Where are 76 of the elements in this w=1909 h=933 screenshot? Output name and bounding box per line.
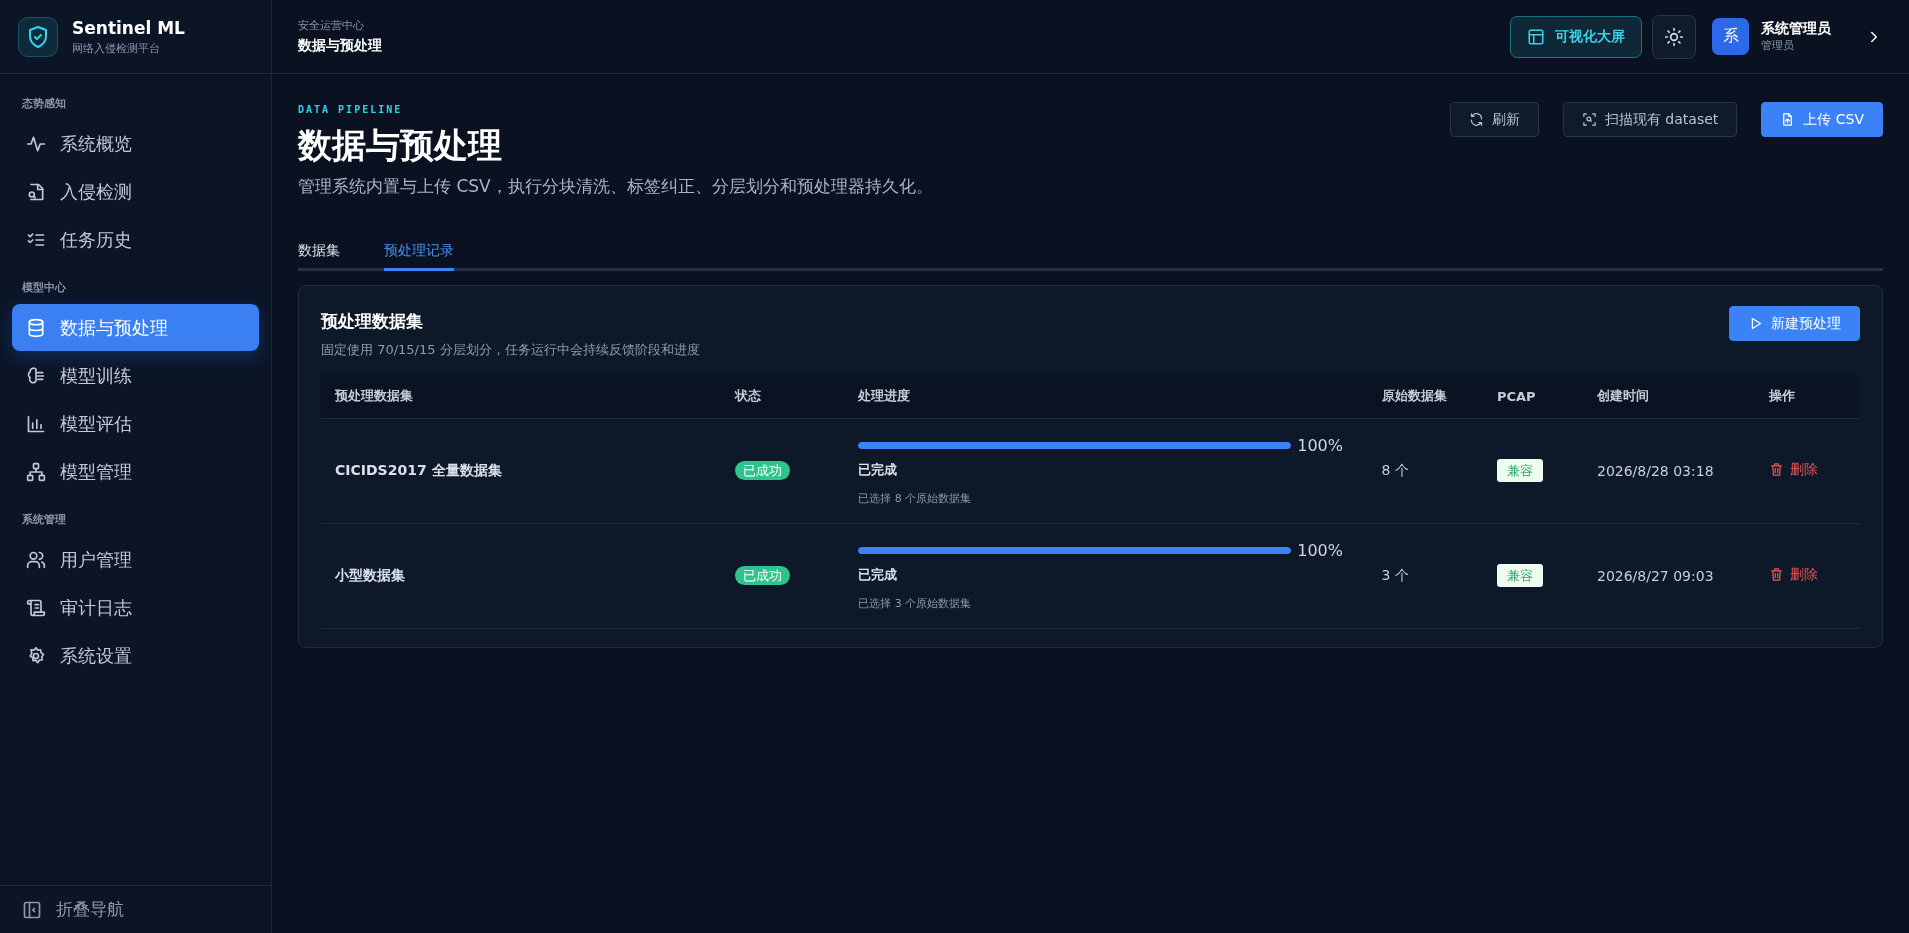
sidebar-item[interactable]: 系统概览 [12,120,259,167]
sun-icon [1664,26,1684,47]
refresh-icon [1468,112,1484,127]
sidebar-item[interactable]: 任务历史 [12,216,259,263]
source-count: 3 个 [1381,566,1409,583]
scroll-icon [26,597,46,618]
progress-stage: 已完成 [858,460,899,479]
breadcrumb-parent: 安全运营中心 [298,18,365,33]
pcap-tag: 兼容 [1496,563,1543,587]
dataset-name: CICIDS2017 全量数据集 [335,461,502,478]
tab[interactable]: 数据集 [298,242,340,271]
sidebar-item[interactable]: 系统设置 [12,632,259,679]
created-time: 2026/8/28 03:18 [1596,462,1714,479]
sidebar-item[interactable]: 模型评估 [12,400,259,447]
breadcrumb-current: 数据与预处理 [298,37,382,55]
app-name: Sentinel ML [72,17,185,38]
page-title: 数据与预处理 [298,124,503,167]
pulse-icon [26,133,46,154]
section-label: 系统管理 [21,512,67,528]
delete-link[interactable]: 删除 [1769,565,1819,584]
document-search-icon [26,181,46,202]
collapse-button[interactable]: 折叠导航 [0,885,271,933]
column-header: 创建时间 [1582,375,1756,418]
panel-subtitle: 固定使用 70/15/15 分层划分，任务运行中会持续反馈阶段和进度 [321,341,700,359]
trash-icon [1769,567,1785,583]
sidebar-item[interactable]: 审计日志 [12,584,259,631]
progress-detail: 已选择 8 个原始数据集 [858,490,973,506]
action-button[interactable]: 刷新 [1449,102,1539,137]
pcap-tag: 兼容 [1496,458,1543,482]
sidebar-item[interactable]: 模型训练 [12,352,259,399]
section-label: 模型中心 [21,280,67,296]
sidebar-item[interactable]: 模型管理 [12,448,259,495]
sidebar-item[interactable]: 数据与预处理 [12,304,259,351]
database-icon [26,317,46,338]
progress-percent: 100% [1297,435,1343,455]
column-header: 处理进度 [844,375,1368,418]
sidebar-panel-icon [22,899,42,920]
bar-chart-icon [26,413,46,434]
progress-detail: 已选择 3 个原始数据集 [858,595,973,611]
progress-percent: 100% [1297,540,1343,560]
new-preprocess-button[interactable]: 新建预处理 [1729,306,1860,341]
dataset-name: 小型数据集 [335,566,405,583]
action-button[interactable]: 扫描现有 dataset [1562,102,1738,137]
app-subtitle: 网络入侵检测平台 [72,40,161,56]
progress-stage: 已完成 [858,565,899,584]
user-role: 管理员 [1761,38,1795,53]
sidebar-item[interactable]: 入侵检测 [12,168,259,215]
source-count: 8 个 [1381,461,1409,478]
eyebrow-label: DATA PIPELINE [298,104,404,115]
column-header: 状态 [721,375,845,418]
sidebar-item[interactable]: 用户管理 [12,536,259,583]
hierarchy-icon [26,461,46,482]
dashboard-button[interactable]: 可视化大屏 [1510,15,1642,58]
trash-icon [1769,462,1785,478]
column-header: PCAP [1482,375,1583,418]
column-header: 预处理数据集 [321,375,722,418]
settings-icon [26,645,46,666]
scan-icon [1581,112,1597,127]
users-icon [26,549,46,570]
delete-link[interactable]: 删除 [1769,460,1819,479]
status-badge: 已成功 [735,565,791,585]
status-badge: 已成功 [735,460,791,480]
theme-toggle[interactable] [1652,14,1696,59]
column-header: 原始数据集 [1367,375,1483,418]
tab[interactable]: 预处理记录 [384,242,454,271]
created-time: 2026/8/27 09:03 [1596,567,1714,584]
panel-title: 预处理数据集 [321,310,424,333]
column-header: 操作 [1755,375,1860,418]
avatar: 系 [1712,18,1749,55]
shield-check-icon [26,24,50,49]
section-label: 态势感知 [20,96,67,112]
upload-button[interactable]: 上传 CSV [1761,102,1883,137]
page-description: 管理系统内置与上传 CSV，执行分块清洗、标签纠正、分层划分和预处理器持久化。 [298,175,933,198]
user-name: 系统管理员 [1761,20,1831,38]
brain-icon [26,365,46,386]
layout-icon [1527,27,1545,46]
